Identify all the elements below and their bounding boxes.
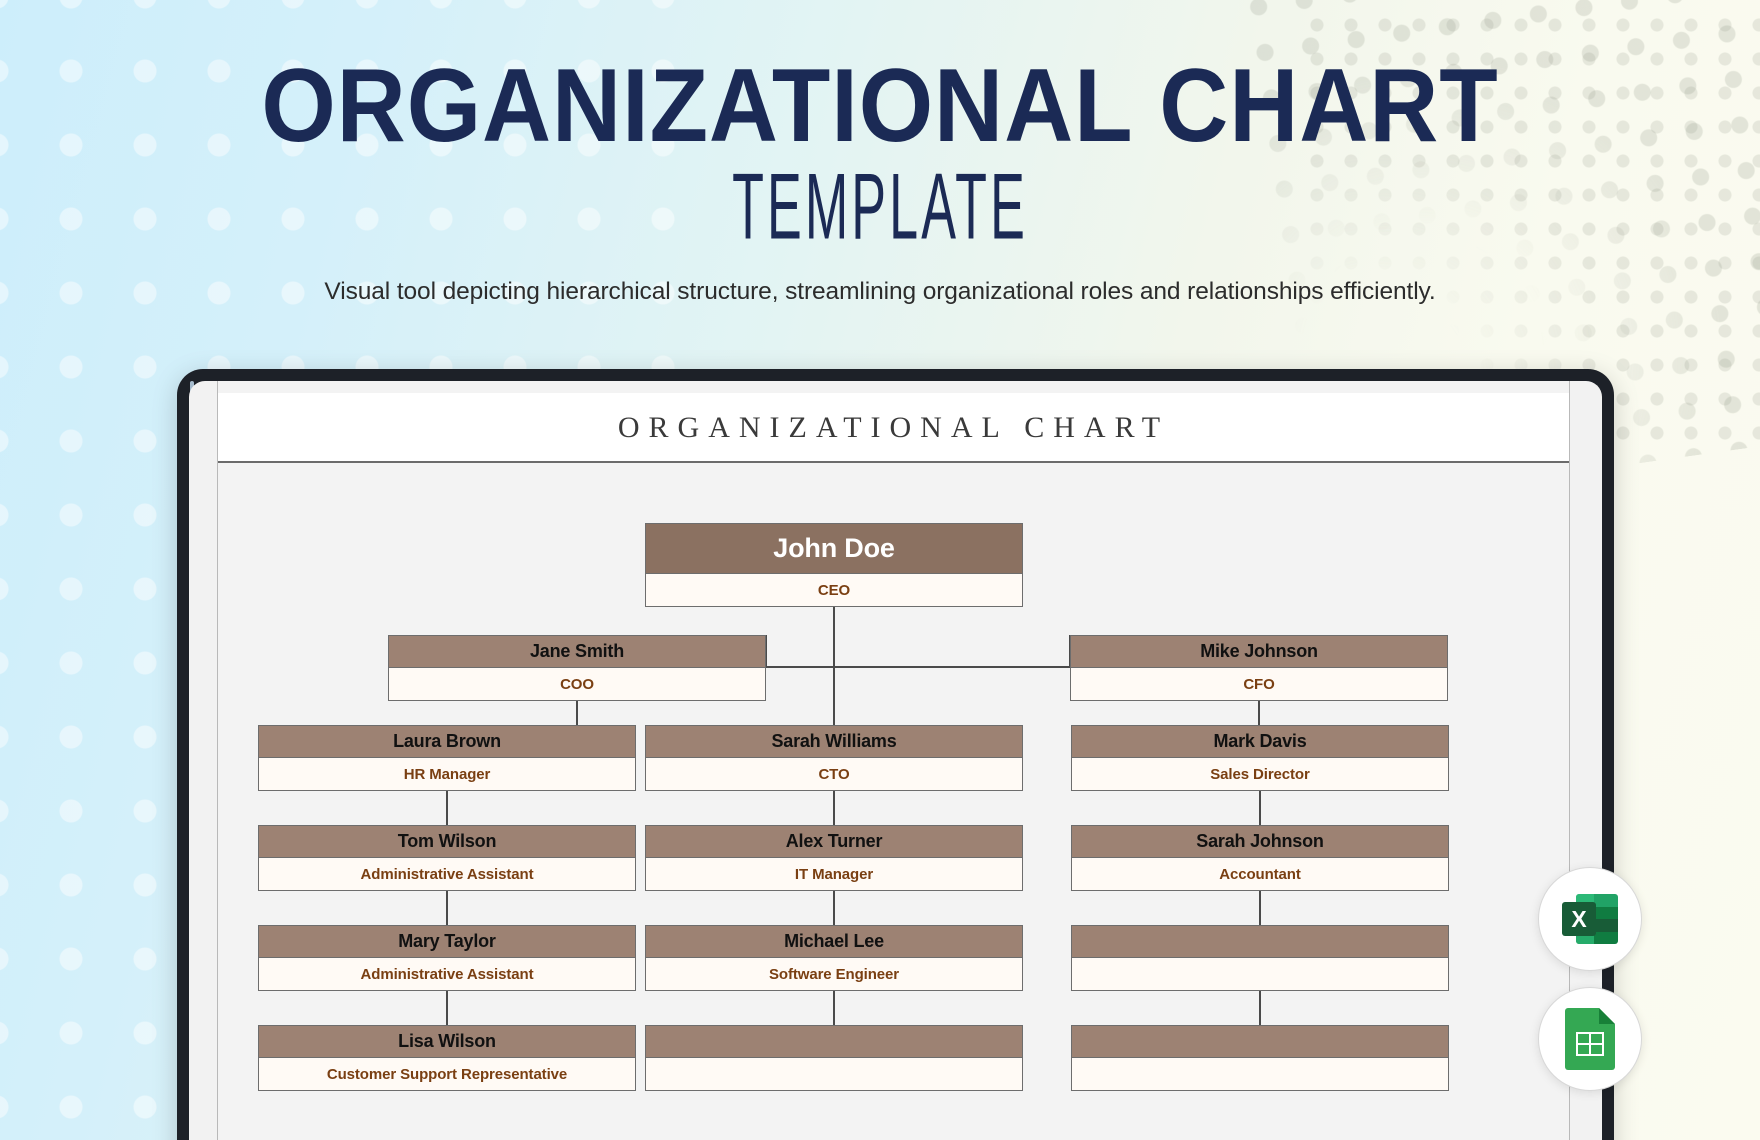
excel-icon: X	[1562, 891, 1618, 947]
org-node-title	[1072, 958, 1448, 990]
org-node-name: Mike Johnson	[1071, 636, 1447, 668]
org-node-name	[1072, 1026, 1448, 1058]
org-node-coo[interactable]: Jane Smith COO	[388, 635, 766, 701]
connector-line	[1258, 699, 1260, 725]
connector-line	[833, 605, 835, 667]
tablet-device-frame: ORGANIZATIONAL CHART John Doe CEO Jane Smi…	[177, 369, 1614, 1140]
excel-icon-x-glyph: X	[1562, 902, 1596, 936]
google-sheets-badge[interactable]	[1538, 987, 1642, 1091]
org-node-title: HR Manager	[259, 758, 635, 790]
connector-line	[1259, 789, 1261, 825]
document-sheet: ORGANIZATIONAL CHART John Doe CEO Jane Smi…	[217, 381, 1570, 1140]
org-node-title: Software Engineer	[646, 958, 1022, 990]
sheets-icon-corner-fold	[1599, 1008, 1615, 1024]
connector-line	[1259, 989, 1261, 1025]
org-node-it[interactable]: Alex Turner IT Manager	[645, 825, 1023, 891]
org-node-name	[1072, 926, 1448, 958]
org-node-sales[interactable]: Mark Davis Sales Director	[1071, 725, 1449, 791]
connector-line	[1259, 889, 1261, 925]
org-node-e2[interactable]	[645, 1025, 1023, 1091]
org-node-name: Jane Smith	[389, 636, 765, 668]
google-sheets-icon	[1565, 1008, 1615, 1070]
org-node-hr[interactable]: Laura Brown HR Manager	[258, 725, 636, 791]
org-node-csr[interactable]: Lisa Wilson Customer Support Representati…	[258, 1025, 636, 1091]
org-node-title: Administrative Assistant	[259, 958, 635, 990]
org-node-title: COO	[389, 668, 765, 700]
org-node-aa2[interactable]: Mary Taylor Administrative Assistant	[258, 925, 636, 991]
document-heading: ORGANIZATIONAL CHART	[617, 411, 1170, 444]
connector-line	[446, 889, 448, 925]
org-node-title	[646, 1058, 1022, 1090]
org-node-title: CEO	[646, 574, 1022, 606]
connector-line	[833, 789, 835, 825]
org-node-title: CTO	[646, 758, 1022, 790]
org-node-name: Alex Turner	[646, 826, 1022, 858]
org-node-ceo[interactable]: John Doe CEO	[645, 523, 1023, 607]
org-node-name: Laura Brown	[259, 726, 635, 758]
document-title-bar: ORGANIZATIONAL CHART	[218, 393, 1569, 463]
org-node-title: Accountant	[1072, 858, 1448, 890]
org-node-name: Sarah Johnson	[1072, 826, 1448, 858]
org-node-cfo[interactable]: Mike Johnson CFO	[1070, 635, 1448, 701]
org-node-cto[interactable]: Sarah Williams CTO	[645, 725, 1023, 791]
org-node-title	[1072, 1058, 1448, 1090]
org-node-name: Sarah Williams	[646, 726, 1022, 758]
org-node-name: Lisa Wilson	[259, 1026, 635, 1058]
org-node-title: Customer Support Representative	[259, 1058, 635, 1090]
org-node-title: Sales Director	[1072, 758, 1448, 790]
org-node-acc[interactable]: Sarah Johnson Accountant	[1071, 825, 1449, 891]
org-node-aa1[interactable]: Tom Wilson Administrative Assistant	[258, 825, 636, 891]
page-header: ORGANIZATIONAL CHART TEMPLATE Visual too…	[0, 0, 1760, 306]
org-node-name	[646, 1026, 1022, 1058]
connector-line	[446, 989, 448, 1025]
page-title-sub: TEMPLATE	[732, 153, 1028, 259]
org-node-e3[interactable]	[1071, 1025, 1449, 1091]
org-node-title: Administrative Assistant	[259, 858, 635, 890]
connector-line	[834, 666, 1070, 668]
org-node-name: Mark Davis	[1072, 726, 1448, 758]
org-node-name: John Doe	[646, 524, 1022, 574]
connector-line	[833, 989, 835, 1025]
page-title-main: ORGANIZATIONAL CHART	[261, 48, 1499, 164]
org-node-e1[interactable]	[1071, 925, 1449, 991]
org-node-title: IT Manager	[646, 858, 1022, 890]
connector-line	[576, 699, 578, 725]
org-node-name: Mary Taylor	[259, 926, 635, 958]
sheets-icon-grid	[1576, 1032, 1604, 1056]
page-root: ORGANIZATIONAL CHART TEMPLATE Visual too…	[0, 0, 1760, 1140]
excel-badge[interactable]: X	[1538, 867, 1642, 971]
connector-line	[833, 889, 835, 925]
tablet-screen: ORGANIZATIONAL CHART John Doe CEO Jane Smi…	[189, 381, 1602, 1140]
connector-line	[446, 789, 448, 825]
org-node-swe[interactable]: Michael Lee Software Engineer	[645, 925, 1023, 991]
org-node-title: CFO	[1071, 668, 1447, 700]
org-node-name: Michael Lee	[646, 926, 1022, 958]
connector-line	[766, 666, 834, 668]
org-chart-canvas: John Doe CEO Jane Smith COO Mike Johnson CFO L…	[218, 463, 1569, 1140]
org-node-name: Tom Wilson	[259, 826, 635, 858]
page-subtitle: Visual tool depicting hierarchical struc…	[324, 278, 1436, 305]
